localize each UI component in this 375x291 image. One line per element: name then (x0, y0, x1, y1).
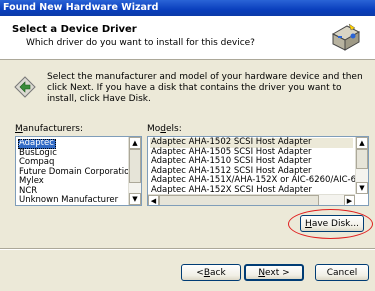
hardware-icon (331, 23, 361, 51)
scroll-thumb[interactable] (129, 149, 141, 183)
cancel-button[interactable]: Cancel (315, 264, 369, 281)
manufacturers-list[interactable]: Adaptec BusLogic Compaq Future Domain Co… (15, 136, 142, 206)
vertical-scrollbar[interactable]: ▲ ▼ (355, 137, 368, 194)
wizard-header: Select a Device Driver Which driver do y… (0, 16, 375, 60)
scroll-thumb[interactable] (356, 149, 368, 169)
manufacturers-label: Manufacturers: (15, 124, 84, 134)
page-subtitle: Which driver do you want to install for … (26, 38, 255, 48)
models-label: Models: (147, 124, 182, 134)
scroll-up-arrow-icon[interactable]: ▲ (129, 137, 141, 149)
models-list-items: Adaptec AHA-1502 SCSI Host Adapter Adapt… (148, 137, 355, 194)
list-item[interactable]: Unknown Manufacturer (18, 195, 126, 205)
diamond-arrow-icon (14, 76, 36, 98)
next-button[interactable]: Next > (244, 264, 304, 281)
models-list[interactable]: Adaptec AHA-1502 SCSI Host Adapter Adapt… (147, 136, 369, 206)
back-button[interactable]: < Back (181, 264, 241, 281)
page-title: Select a Device Driver (12, 24, 137, 35)
scroll-up-arrow-icon[interactable]: ▲ (356, 137, 368, 149)
scroll-down-arrow-icon[interactable]: ▼ (129, 193, 141, 205)
separator (0, 248, 375, 250)
scroll-down-arrow-icon[interactable]: ▼ (356, 182, 368, 194)
scroll-right-arrow-icon[interactable]: ▶ (344, 195, 355, 205)
vertical-scrollbar[interactable]: ▲ ▼ (128, 137, 141, 205)
list-item[interactable]: Adaptec AHA-152X SCSI Host Adapter (150, 185, 353, 194)
window-title: Found New Hardware Wizard (0, 0, 375, 16)
scroll-left-arrow-icon[interactable]: ◀ (148, 195, 159, 205)
instruction-text: Select the manufacturer and model of you… (47, 72, 363, 104)
scroll-thumb[interactable] (159, 195, 319, 205)
annotation-oval (288, 209, 373, 239)
manufacturers-list-items: Adaptec BusLogic Compaq Future Domain Co… (16, 137, 128, 205)
horizontal-scrollbar[interactable]: ◀ ▶ (148, 194, 355, 205)
